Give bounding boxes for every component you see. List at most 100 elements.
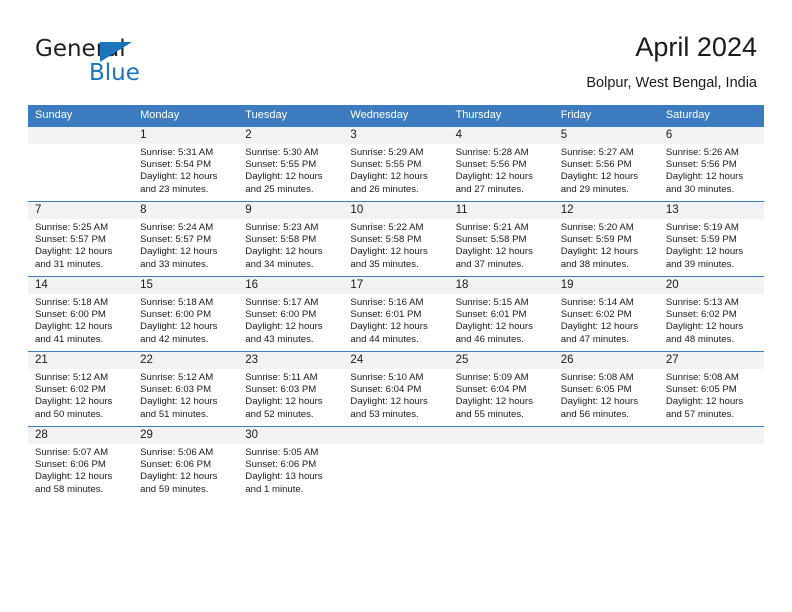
day-info: Sunrise: 5:14 AM Sunset: 6:02 PM Daylight:… [554, 294, 659, 346]
day-info: Sunrise: 5:24 AM Sunset: 5:57 PM Daylight:… [133, 219, 238, 271]
day-info [554, 444, 659, 447]
calendar-week-row: 14 Sunrise: 5:18 AM Sunset: 6:00 PM Dayligh… [28, 276, 764, 352]
day-cell-inner: 10 Sunrise: 5:22 AM Sunset: 5:58 PM Dayligh… [343, 202, 449, 276]
day-cell-inner: 15 Sunrise: 5:18 AM Sunset: 6:00 PM Dayligh… [133, 277, 239, 351]
logo-word-blue: Blue [89, 60, 140, 86]
calendar-day-cell[interactable]: 9 Sunrise: 5:23 AM Sunset: 5:58 PM Daylight… [238, 201, 344, 277]
daylight-text-line2: and 52 minutes. [245, 408, 314, 420]
calendar-day-cell[interactable]: 24 Sunrise: 5:10 AM Sunset: 6:04 PM Dayligh… [343, 351, 449, 427]
day-cell-inner: 17 Sunrise: 5:16 AM Sunset: 6:01 PM Dayligh… [343, 277, 449, 351]
sunset-text: Sunset: 6:00 PM [35, 309, 106, 321]
day-cell-inner: 23 Sunrise: 5:11 AM Sunset: 6:03 PM Dayligh… [238, 352, 344, 426]
day-number: 15 [133, 277, 239, 294]
calendar-day-cell[interactable]: 8 Sunrise: 5:24 AM Sunset: 5:57 PM Daylight… [133, 201, 239, 277]
sunset-text: Sunset: 6:01 PM [455, 309, 527, 321]
day-number: 2 [238, 127, 344, 144]
sunset-text: Sunset: 6:06 PM [140, 459, 212, 471]
calendar-day-cell[interactable]: 2 Sunrise: 5:30 AM Sunset: 5:55 PM Daylight… [238, 126, 344, 202]
daylight-text-line1: Daylight: 12 hours [140, 171, 218, 183]
calendar-day-cell[interactable]: 16 Sunrise: 5:17 AM Sunset: 6:00 PM Dayligh… [238, 276, 344, 352]
day-cell-inner: 27 Sunrise: 5:08 AM Sunset: 6:05 PM Dayligh… [658, 352, 764, 426]
calendar-day-cell[interactable]: 4 Sunrise: 5:28 AM Sunset: 5:56 PM Daylight… [448, 126, 554, 202]
day-cell-inner [553, 427, 659, 501]
day-number: 19 [553, 277, 659, 294]
calendar-day-cell[interactable]: 28 Sunrise: 5:07 AM Sunset: 6:06 PM Dayligh… [28, 426, 134, 501]
day-info: Sunrise: 5:23 AM Sunset: 5:58 PM Daylight:… [238, 219, 343, 271]
daylight-text-line1: Daylight: 12 hours [140, 396, 218, 408]
day-info [659, 444, 764, 447]
calendar-day-cell[interactable]: 30 Sunrise: 5:05 AM Sunset: 6:06 PM Dayligh… [238, 426, 344, 501]
calendar-day-cell[interactable]: 13 Sunrise: 5:19 AM Sunset: 5:59 PM Dayligh… [658, 201, 764, 277]
calendar-day-cell[interactable]: 19 Sunrise: 5:14 AM Sunset: 6:02 PM Dayligh… [553, 276, 659, 352]
calendar-day-cell[interactable]: 25 Sunrise: 5:09 AM Sunset: 6:04 PM Dayligh… [448, 351, 554, 427]
sunrise-text: Sunrise: 5:30 AM [245, 147, 319, 158]
calendar-day-cell[interactable]: 3 Sunrise: 5:29 AM Sunset: 5:55 PM Daylight… [343, 126, 449, 202]
calendar-day-cell[interactable]: 7 Sunrise: 5:25 AM Sunset: 5:57 PM Daylight… [28, 201, 134, 277]
day-number [343, 427, 449, 444]
calendar-day-cell[interactable]: 20 Sunrise: 5:13 AM Sunset: 6:02 PM Dayligh… [658, 276, 764, 352]
calendar-day-cell[interactable]: 21 Sunrise: 5:12 AM Sunset: 6:02 PM Dayligh… [28, 351, 134, 427]
daylight-text-line1: Daylight: 12 hours [35, 246, 113, 258]
weekday-header-thursday: Thursday [448, 105, 554, 127]
sunset-text: Sunset: 6:02 PM [35, 384, 106, 396]
sunrise-text: Sunrise: 5:25 AM [35, 222, 109, 233]
calendar-day-cell[interactable]: 18 Sunrise: 5:15 AM Sunset: 6:01 PM Dayligh… [448, 276, 554, 352]
day-number: 13 [658, 202, 764, 219]
calendar-day-cell[interactable]: 6 Sunrise: 5:26 AM Sunset: 5:56 PM Daylight… [658, 126, 764, 202]
daylight-text-line2: and 58 minutes. [35, 483, 104, 495]
day-number: 14 [28, 277, 134, 294]
day-number: 30 [238, 427, 344, 444]
calendar-week-row: 21 Sunrise: 5:12 AM Sunset: 6:02 PM Dayligh… [28, 351, 764, 427]
day-cell-inner: 7 Sunrise: 5:25 AM Sunset: 5:57 PM Daylight… [28, 202, 134, 276]
sunset-text: Sunset: 6:03 PM [140, 384, 212, 396]
calendar-day-cell[interactable]: 17 Sunrise: 5:16 AM Sunset: 6:01 PM Dayligh… [343, 276, 449, 352]
daylight-text-line2: and 44 minutes. [350, 333, 419, 345]
sunset-text: Sunset: 5:56 PM [455, 159, 527, 171]
day-info: Sunrise: 5:26 AM Sunset: 5:56 PM Daylight:… [659, 144, 764, 196]
daylight-text-line1: Daylight: 12 hours [140, 246, 218, 258]
day-cell-inner: 6 Sunrise: 5:26 AM Sunset: 5:56 PM Daylight… [658, 127, 764, 201]
calendar-day-cell[interactable]: 12 Sunrise: 5:20 AM Sunset: 5:59 PM Dayligh… [553, 201, 659, 277]
day-cell-inner: 19 Sunrise: 5:14 AM Sunset: 6:02 PM Dayligh… [553, 277, 659, 351]
calendar-day-cell[interactable]: 14 Sunrise: 5:18 AM Sunset: 6:00 PM Dayligh… [28, 276, 134, 352]
daylight-text-line2: and 30 minutes. [665, 183, 735, 195]
logo-triangle-icon [100, 42, 132, 62]
day-cell-inner: 18 Sunrise: 5:15 AM Sunset: 6:01 PM Dayligh… [448, 277, 554, 351]
day-number: 9 [238, 202, 344, 219]
daylight-text-line1: Daylight: 12 hours [560, 171, 639, 183]
calendar-day-cell[interactable]: 27 Sunrise: 5:08 AM Sunset: 6:05 PM Dayligh… [658, 351, 764, 427]
daylight-text-line1: Daylight: 12 hours [245, 396, 323, 408]
day-number: 25 [448, 352, 554, 369]
calendar-day-cell[interactable]: 11 Sunrise: 5:21 AM Sunset: 5:58 PM Dayligh… [448, 201, 554, 277]
day-cell-inner: 9 Sunrise: 5:23 AM Sunset: 5:58 PM Daylight… [238, 202, 344, 276]
page-subtitle: Bolpur, West Bengal, India [586, 75, 757, 91]
calendar-day-cell[interactable]: 23 Sunrise: 5:11 AM Sunset: 6:03 PM Dayligh… [238, 351, 344, 427]
daylight-text-line2: and 34 minutes. [245, 258, 314, 270]
daylight-text-line1: Daylight: 12 hours [35, 471, 113, 483]
day-cell-inner: 28 Sunrise: 5:07 AM Sunset: 6:06 PM Dayligh… [28, 427, 134, 501]
day-cell-inner [658, 427, 764, 501]
daylight-text-line2: and 27 minutes. [455, 183, 524, 195]
daylight-text-line2: and 59 minutes. [140, 483, 209, 495]
day-info [343, 444, 448, 447]
daylight-text-line1: Daylight: 12 hours [35, 321, 113, 333]
calendar-day-cell[interactable]: 1 Sunrise: 5:31 AM Sunset: 5:54 PM Daylight… [133, 126, 239, 202]
daylight-text-line2: and 26 minutes. [350, 183, 419, 195]
calendar-day-cell[interactable]: 29 Sunrise: 5:06 AM Sunset: 6:06 PM Dayligh… [133, 426, 239, 501]
sunset-text: Sunset: 5:59 PM [560, 234, 632, 246]
calendar-day-cell[interactable]: 26 Sunrise: 5:08 AM Sunset: 6:05 PM Dayligh… [553, 351, 659, 427]
daylight-text-line2: and 31 minutes. [35, 258, 104, 270]
day-cell-inner: 22 Sunrise: 5:12 AM Sunset: 6:03 PM Dayligh… [133, 352, 239, 426]
sunset-text: Sunset: 5:54 PM [140, 159, 212, 171]
general-blue-logo: General Blue [35, 36, 235, 88]
day-info: Sunrise: 5:16 AM Sunset: 6:01 PM Daylight:… [343, 294, 448, 346]
calendar-day-cell[interactable]: 10 Sunrise: 5:22 AM Sunset: 5:58 PM Dayligh… [343, 201, 449, 277]
sunset-text: Sunset: 6:01 PM [350, 309, 422, 321]
sunset-text: Sunset: 5:57 PM [140, 234, 212, 246]
calendar-day-cell[interactable]: 22 Sunrise: 5:12 AM Sunset: 6:03 PM Dayligh… [133, 351, 239, 427]
day-info: Sunrise: 5:22 AM Sunset: 5:58 PM Daylight:… [343, 219, 448, 271]
calendar-day-cell [343, 426, 449, 501]
daylight-text-line2: and 42 minutes. [140, 333, 209, 345]
calendar-day-cell[interactable]: 5 Sunrise: 5:27 AM Sunset: 5:56 PM Daylight… [553, 126, 659, 202]
calendar-day-cell[interactable]: 15 Sunrise: 5:18 AM Sunset: 6:00 PM Dayligh… [133, 276, 239, 352]
